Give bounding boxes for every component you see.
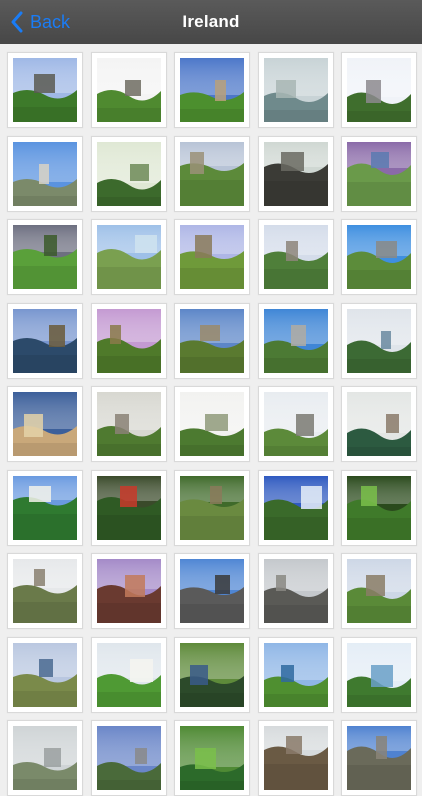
photo-thumbnail[interactable] [341,469,417,546]
photo-thumbnail[interactable] [7,636,83,713]
photo-thumbnail[interactable] [90,302,167,379]
photo-image [96,141,161,206]
photo-image [263,642,328,707]
photo-thumbnail[interactable] [341,386,417,462]
photo-thumbnail[interactable] [341,636,417,713]
photo-image [347,141,411,206]
photo-thumbnail[interactable] [341,52,417,128]
photo-image [180,392,244,456]
page-title: Ireland [182,12,240,31]
photo-thumbnail[interactable] [174,386,250,462]
photo-image [96,559,161,623]
photo-image [347,726,411,790]
photo-thumbnail[interactable] [7,720,83,796]
photo-image [347,225,411,289]
photo-thumbnail[interactable] [257,469,334,546]
photo-image [347,58,411,122]
photo-image [180,726,244,790]
photo-image [13,392,77,456]
photo-image [96,308,161,373]
photo-thumbnail[interactable] [257,52,334,128]
photo-image [180,642,244,707]
photo-image [96,58,161,122]
photo-thumbnail[interactable] [341,720,417,796]
photo-thumbnail[interactable] [341,553,417,629]
photo-thumbnail[interactable] [257,386,334,462]
photo-thumbnail[interactable] [257,636,334,713]
photo-thumbnail[interactable] [174,720,250,796]
photo-thumbnail[interactable] [174,302,250,379]
photo-image [13,726,77,790]
photo-thumbnail[interactable] [90,386,167,462]
photo-thumbnail[interactable] [257,135,334,212]
photo-image [13,308,77,373]
photo-image [96,726,161,790]
photo-image [263,726,328,790]
photo-image [263,392,328,456]
photo-thumbnail[interactable] [90,469,167,546]
photo-thumbnail[interactable] [7,135,83,212]
photo-thumbnail[interactable] [7,302,83,379]
photo-image [347,392,411,456]
photo-thumbnail[interactable] [174,135,250,212]
photo-thumbnail[interactable] [7,386,83,462]
photo-thumbnail[interactable] [174,469,250,546]
photo-thumbnail[interactable] [257,720,334,796]
photo-image [96,642,161,707]
photo-image [347,308,411,373]
photo-thumbnail[interactable] [7,219,83,295]
photo-image [13,642,77,707]
photo-thumbnail[interactable] [7,52,83,128]
photo-thumbnail[interactable] [174,52,250,128]
photo-image [180,58,244,122]
photo-thumbnail[interactable] [90,720,167,796]
photo-thumbnail[interactable] [341,219,417,295]
photo-image [263,559,328,623]
photo-image [13,225,77,289]
photo-image [96,225,161,289]
photo-image [263,141,328,206]
photo-thumbnail[interactable] [174,553,250,629]
photo-image [263,308,328,373]
photo-image [13,58,77,122]
photo-image [13,475,77,540]
photo-image [347,475,411,540]
photo-image [347,559,411,623]
photo-thumbnail[interactable] [90,553,167,629]
photo-thumbnail[interactable] [90,52,167,128]
photo-thumbnail[interactable] [174,636,250,713]
photo-thumbnail[interactable] [90,636,167,713]
photo-thumbnail[interactable] [257,219,334,295]
photo-thumbnail[interactable] [341,135,417,212]
photo-thumbnail[interactable] [90,135,167,212]
photo-thumbnail[interactable] [257,302,334,379]
photo-image [180,475,244,540]
photo-thumbnail[interactable] [7,553,83,629]
photo-image [180,225,244,289]
photo-image [180,308,244,373]
photo-thumbnail[interactable] [257,553,334,629]
photo-image [263,225,328,289]
photo-image [13,141,77,206]
photo-thumbnail[interactable] [7,469,83,546]
photo-image [13,559,77,623]
navigation-bar: Back Ireland [0,0,422,44]
photo-thumbnail[interactable] [174,219,250,295]
photo-image [180,141,244,206]
photo-thumbnail[interactable] [90,219,167,295]
photo-image [347,642,411,707]
photo-image [263,475,328,540]
photo-thumbnail[interactable] [341,302,417,379]
photo-image [263,58,328,122]
photo-image [96,475,161,540]
photo-image [180,559,244,623]
photo-image [96,392,161,456]
